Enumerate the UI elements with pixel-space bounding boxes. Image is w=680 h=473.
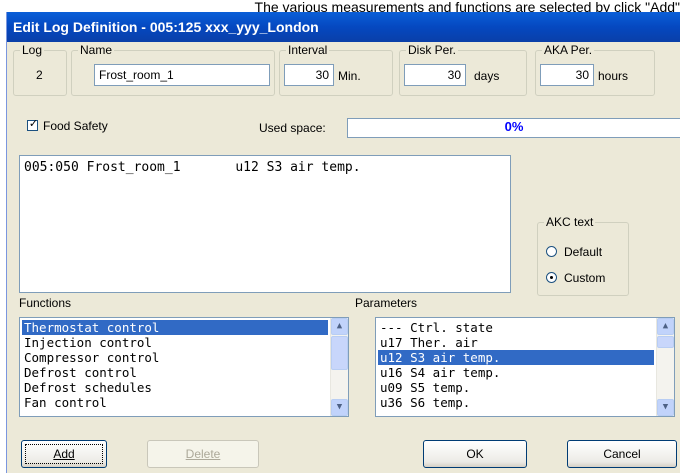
log-entry[interactable]: 005:050 Frost_room_1 u12 S3 air temp. bbox=[24, 160, 361, 175]
custom-radio-label[interactable]: Custom bbox=[564, 271, 605, 285]
functions-scrollbar[interactable]: ▲ ▼ bbox=[330, 318, 348, 416]
function-item[interactable]: Defrost schedules bbox=[22, 380, 152, 395]
default-radio-label[interactable]: Default bbox=[564, 245, 602, 259]
radio-selected-dot bbox=[550, 276, 553, 279]
food-safety-checkbox[interactable]: ✓ bbox=[27, 118, 39, 131]
interval-input[interactable]: 30 bbox=[284, 64, 334, 86]
default-radio[interactable] bbox=[546, 246, 557, 257]
interval-unit: Min. bbox=[338, 69, 361, 83]
delete-button[interactable]: Delete bbox=[147, 440, 259, 468]
scroll-up-icon[interactable]: ▲ bbox=[657, 318, 674, 335]
functions-list[interactable]: Thermostat control Injection control Com… bbox=[19, 317, 349, 417]
interval-label: Interval bbox=[286, 43, 330, 57]
scroll-thumb[interactable] bbox=[657, 336, 674, 348]
used-space-label: Used space: bbox=[259, 121, 326, 135]
add-button[interactable]: Add bbox=[21, 440, 107, 468]
log-group: Log 2 bbox=[13, 43, 67, 96]
functions-label: Functions bbox=[19, 296, 72, 310]
disk-per-unit: days bbox=[474, 69, 500, 83]
food-safety-label[interactable]: Food Safety bbox=[43, 119, 108, 133]
ok-button-label: OK bbox=[466, 447, 484, 461]
parameter-item[interactable]: u16 S4 air temp. bbox=[378, 365, 500, 380]
akc-text-group: AKC text Default Custom bbox=[537, 215, 629, 296]
checkmark-icon: ✓ bbox=[28, 118, 39, 130]
aka-per-unit: hours bbox=[598, 69, 629, 83]
log-label: Log bbox=[20, 43, 45, 57]
edit-log-dialog: Edit Log Definition - 005:125 xxx_yyy_Lo… bbox=[6, 12, 680, 473]
aka-per-group: AKA Per. 30 hours bbox=[535, 43, 655, 96]
used-space-bar: 0% bbox=[347, 118, 680, 138]
disk-per-label: Disk Per. bbox=[406, 43, 459, 57]
disk-per-input[interactable]: 30 bbox=[404, 64, 466, 86]
ok-button[interactable]: OK bbox=[423, 440, 527, 468]
parameter-item[interactable]: u09 S5 temp. bbox=[378, 380, 470, 395]
custom-radio[interactable] bbox=[546, 272, 557, 283]
parameters-label: Parameters bbox=[355, 296, 418, 310]
used-space-percent: 0% bbox=[504, 119, 524, 134]
focus-rect bbox=[25, 444, 103, 464]
parameter-item[interactable]: u17 Ther. air bbox=[378, 335, 478, 350]
delete-button-label: Delete bbox=[185, 447, 221, 461]
function-item[interactable]: Defrost control bbox=[22, 365, 137, 380]
scroll-up-icon[interactable]: ▲ bbox=[331, 318, 348, 335]
parameter-item[interactable]: --- Ctrl. state bbox=[378, 320, 493, 335]
interval-group: Interval 30 Min. bbox=[279, 43, 393, 96]
parameters-scrollbar[interactable]: ▲ ▼ bbox=[656, 318, 674, 416]
log-entries-box[interactable]: 005:050 Frost_room_1 u12 S3 air temp. bbox=[19, 155, 511, 293]
name-label: Name bbox=[78, 43, 115, 57]
scroll-down-icon[interactable]: ▼ bbox=[657, 399, 674, 416]
parameter-item[interactable]: u36 S6 temp. bbox=[378, 395, 470, 410]
disk-per-group: Disk Per. 30 days bbox=[399, 43, 527, 96]
name-group: Name Frost_room_1 bbox=[71, 43, 275, 96]
cancel-button[interactable]: Cancel bbox=[567, 440, 677, 468]
parameters-list[interactable]: --- Ctrl. state u17 Ther. air u12 S3 air… bbox=[375, 317, 675, 417]
aka-per-label: AKA Per. bbox=[542, 43, 595, 57]
function-item[interactable]: Fan control bbox=[22, 395, 107, 410]
name-input[interactable]: Frost_room_1 bbox=[94, 64, 270, 86]
function-item[interactable]: Thermostat control bbox=[22, 320, 328, 335]
akc-text-label: AKC text bbox=[544, 215, 596, 229]
scroll-thumb[interactable] bbox=[331, 336, 348, 370]
window-title: Edit Log Definition - 005:125 xxx_yyy_Lo… bbox=[7, 12, 680, 42]
aka-per-input[interactable]: 30 bbox=[540, 64, 594, 86]
scroll-down-icon[interactable]: ▼ bbox=[331, 399, 348, 416]
parameter-item[interactable]: u12 S3 air temp. bbox=[378, 350, 654, 365]
cancel-button-label: Cancel bbox=[603, 447, 641, 461]
function-item[interactable]: Injection control bbox=[22, 335, 152, 350]
function-item[interactable]: Compressor control bbox=[22, 350, 159, 365]
log-value: 2 bbox=[36, 68, 43, 82]
